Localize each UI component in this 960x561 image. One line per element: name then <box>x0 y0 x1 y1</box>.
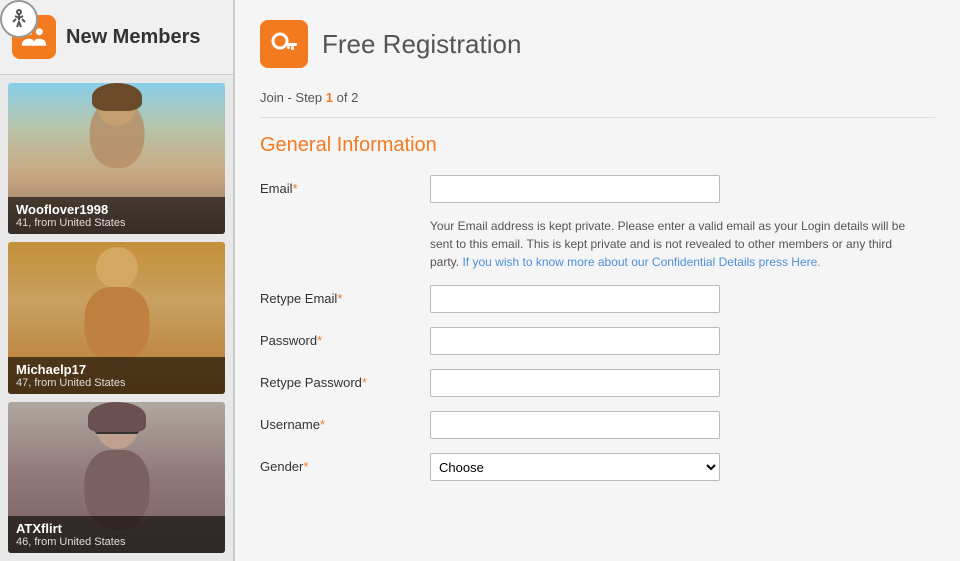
member-name: ATXflirt <box>16 521 217 536</box>
member-name: Michaelp17 <box>16 362 217 377</box>
list-item[interactable]: Michaelp17 47, from United States <box>8 242 225 393</box>
username-label: Username* <box>260 411 420 432</box>
member-details: 41, from United States <box>16 217 217 229</box>
member-details: 47, from United States <box>16 377 217 389</box>
retype-password-field-group: Retype Password* <box>260 369 935 397</box>
email-note: Your Email address is kept private. Plea… <box>430 217 920 271</box>
confidential-details-link[interactable]: If you wish to know more about our Confi… <box>462 255 820 269</box>
accessibility-button[interactable] <box>0 0 38 38</box>
email-label: Email* <box>260 175 420 196</box>
sidebar: New Members Wooflover1998 41, from Unite… <box>0 0 235 561</box>
gender-select[interactable]: Choose Male Female <box>430 453 720 481</box>
username-input[interactable] <box>430 411 720 439</box>
member-name: Wooflover1998 <box>16 202 217 217</box>
email-input[interactable] <box>430 175 720 203</box>
member-info: Wooflover1998 41, from United States <box>8 197 225 234</box>
password-label: Password* <box>260 327 420 348</box>
member-details: 46, from United States <box>16 536 217 548</box>
sidebar-title: New Members <box>66 26 201 49</box>
gender-field-group: Gender* Choose Male Female <box>260 453 935 481</box>
step-number: 1 <box>326 90 333 105</box>
retype-email-field-group: Retype Email* <box>260 285 935 313</box>
retype-email-input[interactable] <box>430 285 720 313</box>
step-indicator: Join - Step 1 of 2 <box>260 90 935 118</box>
retype-password-label: Retype Password* <box>260 369 420 390</box>
retype-email-label: Retype Email* <box>260 285 420 306</box>
member-info: ATXflirt 46, from United States <box>8 516 225 553</box>
list-item[interactable]: Wooflover1998 41, from United States <box>8 83 225 234</box>
retype-password-input[interactable] <box>430 369 720 397</box>
page-header: Free Registration <box>260 20 935 68</box>
member-info: Michaelp17 47, from United States <box>8 357 225 394</box>
sidebar-members-list: Wooflover1998 41, from United States Mic… <box>0 75 233 561</box>
password-field-group: Password* <box>260 327 935 355</box>
list-item[interactable]: ATXflirt 46, from United States <box>8 402 225 553</box>
username-field-group: Username* <box>260 411 935 439</box>
page-title: Free Registration <box>322 29 521 60</box>
section-title: General Information <box>260 134 935 157</box>
password-input[interactable] <box>430 327 720 355</box>
registration-icon <box>260 20 308 68</box>
main-content: Free Registration Join - Step 1 of 2 Gen… <box>235 0 960 561</box>
email-field-group: Email* <box>260 175 935 203</box>
gender-label: Gender* <box>260 453 420 474</box>
